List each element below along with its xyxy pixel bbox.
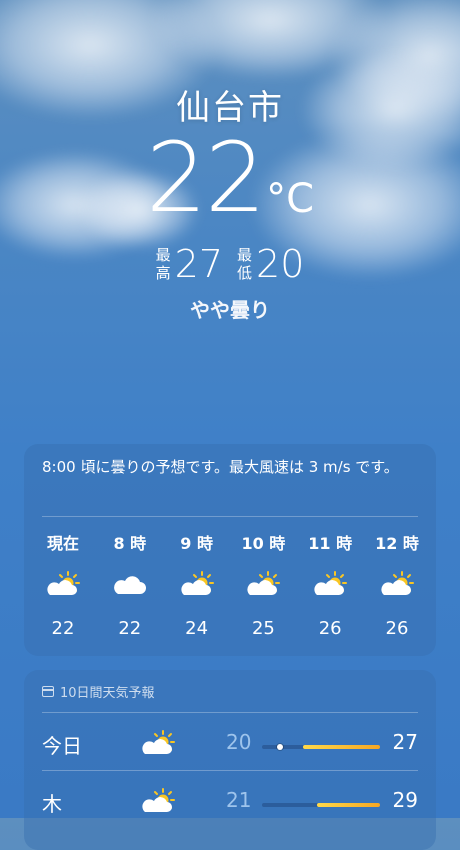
ten-day-header: 10日間天気予報 <box>42 682 155 701</box>
hour-item: 10 時 25 <box>230 530 296 639</box>
partly-sunny-icon <box>138 728 178 762</box>
hour-item: 11 時 26 <box>297 530 363 639</box>
current-temperature-marker <box>276 744 283 750</box>
partly-sunny-icon <box>364 562 430 606</box>
partly-sunny-icon <box>164 562 230 606</box>
hour-label: 9 時 <box>180 534 213 553</box>
hour-temperature: 22 <box>118 618 142 639</box>
day-name: 木 <box>42 792 62 816</box>
hour-item: 8 時 22 <box>97 530 163 639</box>
hourly-forecast-card[interactable]: 8:00 頃に曇りの予想です。最大風速は 3 m/s です。 現在 22 8 時… <box>24 444 436 656</box>
weather-condition: やや曇り <box>190 298 270 322</box>
low-temperature: 最 低 20 <box>237 242 304 286</box>
divider <box>42 516 418 517</box>
hour-item: 現在 22 <box>30 530 96 639</box>
hour-temperature: 25 <box>251 618 275 639</box>
temperature-range-bar <box>317 803 380 807</box>
hour-temperature: 26 <box>385 618 409 639</box>
hour-label: 現在 <box>46 534 79 553</box>
hour-label: 10 時 <box>241 534 286 553</box>
day-low: 21 <box>226 788 252 812</box>
cloud-icon <box>97 562 163 606</box>
ten-day-title: 10日間天気予報 <box>60 686 155 701</box>
hour-temperature: 24 <box>185 618 209 639</box>
calendar-icon <box>42 686 54 697</box>
day-row-thursday[interactable]: 木 21 29 <box>42 778 418 828</box>
high-value: 27 <box>174 242 223 286</box>
hour-item: 9 時 24 <box>164 530 230 639</box>
hour-temperature: 26 <box>318 618 342 639</box>
partly-sunny-icon <box>230 562 296 606</box>
divider <box>42 770 418 771</box>
temperature-range-track <box>262 744 380 750</box>
day-low: 20 <box>226 730 252 754</box>
hour-label: 12 時 <box>375 534 419 553</box>
hourly-list[interactable]: 現在 22 8 時 22 9 時 24 10 時 25 11 時 26 12 時… <box>30 530 430 639</box>
divider <box>42 712 418 713</box>
high-low-temperatures: 最 高 27 最 低 20 <box>0 242 460 286</box>
hour-label: 11 時 <box>308 534 353 553</box>
high-temperature: 最 高 27 <box>156 242 223 286</box>
partly-sunny-icon <box>297 562 363 606</box>
current-temperature: 22 <box>145 122 266 234</box>
partly-sunny-icon <box>138 786 178 820</box>
temperature-unit: °C <box>266 176 315 222</box>
low-value: 20 <box>256 242 305 286</box>
temperature-range-bar <box>303 745 380 749</box>
ten-day-forecast-card[interactable]: 10日間天気予報 今日 20 27 木 21 29 <box>24 670 436 850</box>
temperature-range-track <box>262 803 380 807</box>
day-name: 今日 <box>42 734 82 758</box>
hour-label: 8 時 <box>113 534 147 553</box>
day-row-today[interactable]: 今日 20 27 <box>42 720 418 770</box>
hour-item: 12 時 26 <box>364 530 430 639</box>
low-label: 最 低 <box>237 246 253 282</box>
hour-temperature: 22 <box>51 618 75 639</box>
current-temperature-block: 22°C <box>0 130 460 226</box>
day-high: 29 <box>392 788 418 812</box>
high-label: 最 高 <box>155 246 171 282</box>
hourly-summary: 8:00 頃に曇りの予想です。最大風速は 3 m/s です。 <box>42 458 399 476</box>
partly-sunny-icon <box>30 562 96 606</box>
day-high: 27 <box>392 730 418 754</box>
